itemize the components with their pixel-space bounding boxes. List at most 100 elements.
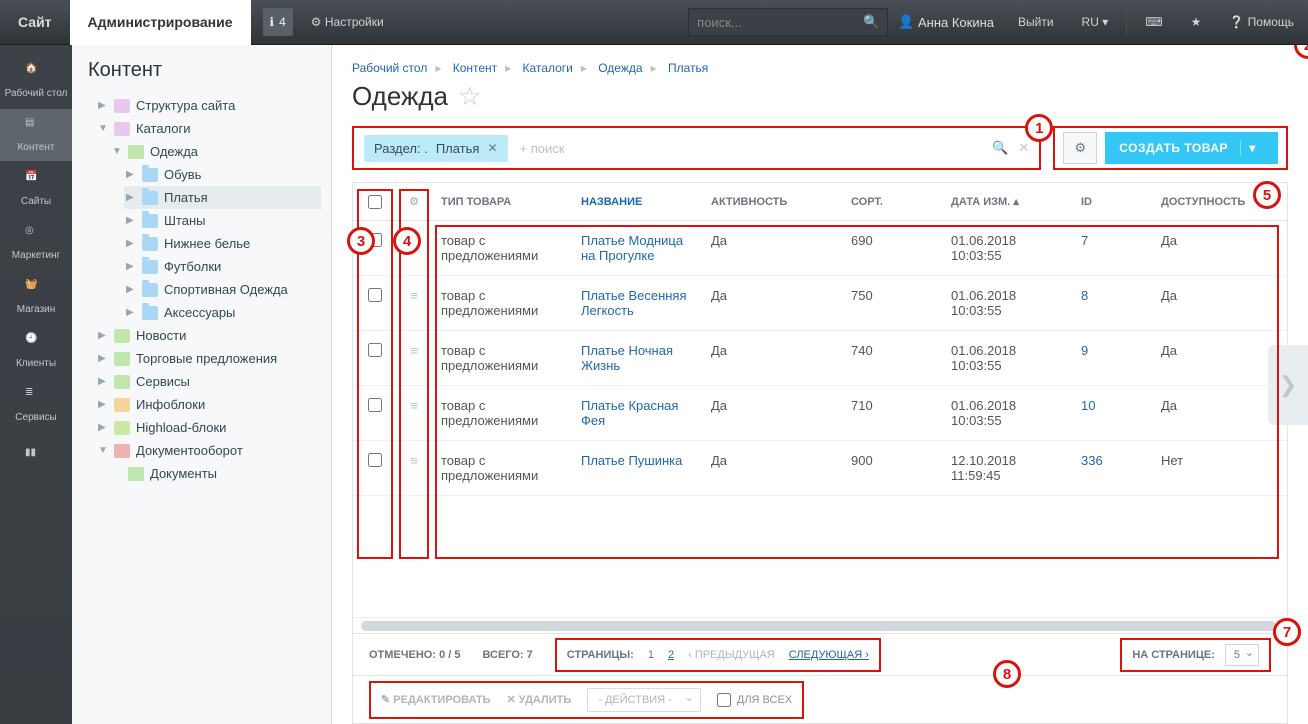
leftbar-store[interactable]: 🧺Магазин [0, 271, 72, 323]
leftbar-services[interactable]: ≣Сервисы [0, 379, 72, 431]
tree-catalogs[interactable]: ▼Каталоги [96, 117, 321, 140]
crumb-4[interactable]: Платья [668, 61, 708, 75]
clear-icon[interactable]: ✕ [1018, 140, 1029, 156]
create-item-button[interactable]: СОЗДАТЬ ТОВАР ▾ [1105, 132, 1278, 164]
cell-name[interactable]: Платье Модница на Прогулке [571, 233, 701, 263]
tree-item-tshirts[interactable]: ▶Футболки [124, 255, 321, 278]
leftbar-content[interactable]: ▤Контент [0, 109, 72, 161]
filter-tag[interactable]: Раздел: . Платья ✕ [364, 135, 508, 162]
edit-button[interactable]: ✎ РЕДАКТИРОВАТЬ [381, 693, 491, 706]
notif-count: 4 [279, 15, 286, 29]
tree-offers[interactable]: ▶Торговые предложения [96, 347, 321, 370]
table-row[interactable]: ≡товар с предложениямиПлатье Весенняя Ле… [353, 276, 1287, 331]
table-row[interactable]: ≡товар с предложениямиПлатье ПушинкаДа90… [353, 441, 1287, 496]
col-date[interactable]: ДАТА ИЗМ. ▴ [941, 195, 1071, 208]
cell-id[interactable]: 8 [1071, 288, 1151, 318]
row-menu-icon[interactable]: ≡ [397, 288, 431, 318]
tree-docs[interactable]: Документы [110, 462, 321, 485]
home-icon: 🏠 [25, 63, 47, 85]
row-checkbox[interactable] [368, 453, 382, 467]
row-checkbox[interactable] [368, 343, 382, 357]
pagination-box: СТРАНИЦЫ: 1 2 ‹ ПРЕДЫДУЩАЯ СЛЕДУЮЩАЯ › 6 [555, 638, 881, 672]
cell-id[interactable]: 10 [1071, 398, 1151, 428]
bulk-actions-select[interactable]: - ДЕЙСТВИЯ - [587, 688, 701, 712]
tree-item-accessories[interactable]: ▶Аксессуары [124, 301, 321, 324]
collapse-panel-button[interactable]: ❯ [1268, 345, 1308, 425]
col-avail[interactable]: ДОСТУПНОСТЬ [1151, 196, 1261, 208]
row-menu-icon[interactable]: ≡ [397, 398, 431, 428]
table-row[interactable]: ≡товар с предложениямиПлатье Красная Фея… [353, 386, 1287, 441]
global-search[interactable]: поиск... 🔍 [688, 8, 888, 36]
leftbar-clients[interactable]: 🕘Клиенты [0, 325, 72, 377]
select-all-checkbox[interactable] [368, 195, 382, 209]
col-name[interactable]: НАЗВАНИЕ [571, 196, 701, 208]
filter-box[interactable]: Раздел: . Платья ✕ + поиск 🔍✕ 1 [352, 126, 1041, 170]
search-icon[interactable]: 🔍 [992, 140, 1008, 156]
settings-button[interactable]: ⚙ Настройки [301, 8, 394, 36]
crumb-2[interactable]: Каталоги [523, 61, 573, 75]
tree-item-dresses[interactable]: ▶Платья [124, 186, 321, 209]
tab-admin[interactable]: Администрирование [70, 0, 251, 45]
tree-services[interactable]: ▶Сервисы [96, 370, 321, 393]
tree-structure[interactable]: ▶Структура сайта [96, 94, 321, 117]
close-icon[interactable]: ✕ [487, 141, 497, 155]
cell-id[interactable]: 336 [1071, 453, 1151, 483]
tree-item-pants[interactable]: ▶Штаны [124, 209, 321, 232]
tree-item-sport[interactable]: ▶Спортивная Одежда [124, 278, 321, 301]
star-icon[interactable]: ★ [1181, 8, 1212, 36]
table-row[interactable]: ≡товар с предложениямиПлатье Модница на … [353, 221, 1287, 276]
x-icon: ✕ [507, 694, 516, 706]
logout-button[interactable]: Выйти [1008, 8, 1064, 36]
page-2[interactable]: 2 [668, 649, 674, 661]
row-menu-icon[interactable]: ≡ [397, 453, 431, 483]
prev-page[interactable]: ПРЕДЫДУЩАЯ [695, 649, 775, 661]
tree-item-shoes[interactable]: ▶Обувь [124, 163, 321, 186]
col-type[interactable]: ТИП ТОВАРА [431, 196, 571, 208]
next-page[interactable]: СЛЕДУЮЩАЯ › [789, 649, 869, 661]
notifications-button[interactable]: ℹ 4 [263, 8, 293, 36]
col-sort[interactable]: СОРТ. [841, 196, 941, 208]
tree-docflow[interactable]: ▼Документооборот [96, 439, 321, 462]
tree-item-underwear[interactable]: ▶Нижнее белье [124, 232, 321, 255]
leftbar-sites[interactable]: 📅Сайты [0, 163, 72, 215]
column-settings-icon[interactable]: ⚙ [397, 195, 431, 208]
cell-name[interactable]: Платье Красная Фея [571, 398, 701, 428]
delete-button[interactable]: ✕ УДАЛИТЬ [507, 693, 572, 706]
lang-switch[interactable]: RU ▾ [1072, 8, 1119, 36]
table-row[interactable]: ≡товар с предложениямиПлатье Ночная Жизн… [353, 331, 1287, 386]
cell-sort: 710 [841, 398, 941, 428]
tree-news[interactable]: ▶Новости [96, 324, 321, 347]
row-checkbox[interactable] [368, 288, 382, 302]
cell-name[interactable]: Платье Ночная Жизнь [571, 343, 701, 373]
tree-clothes[interactable]: ▼Одежда [110, 140, 321, 163]
cell-id[interactable]: 9 [1071, 343, 1151, 373]
tab-site[interactable]: Сайт [0, 0, 70, 45]
keyboard-icon[interactable]: ⌨ [1135, 8, 1172, 36]
cell-name[interactable]: Платье Весенняя Легкость [571, 288, 701, 318]
user-menu[interactable]: 👤 Анна Кокина [888, 14, 1004, 30]
crumb-3[interactable]: Одежда [598, 61, 642, 75]
for-all-checkbox[interactable]: ДЛЯ ВСЕХ [717, 693, 792, 707]
cell-name[interactable]: Платье Пушинка [571, 453, 701, 483]
leftbar-marketing[interactable]: ◎Маркетинг [0, 217, 72, 269]
col-id[interactable]: ID [1071, 196, 1151, 208]
crumb-0[interactable]: Рабочий стол [352, 61, 427, 75]
row-checkbox[interactable] [368, 398, 382, 412]
page-1[interactable]: 1 [648, 649, 654, 661]
leftbar-stats[interactable]: ▮▮ [0, 433, 72, 485]
tree-highload[interactable]: ▶Highload-блоки [96, 416, 321, 439]
tree-infoblocks[interactable]: ▶Инфоблоки [96, 393, 321, 416]
grid: ⚙ ТИП ТОВАРА НАЗВАНИЕ АКТИВНОСТЬ СОРТ. Д… [352, 182, 1288, 724]
leftbar-desktop[interactable]: 🏠Рабочий стол [0, 55, 72, 107]
perpage-select[interactable]: 5 [1225, 644, 1259, 666]
row-menu-icon[interactable]: ≡ [397, 343, 431, 373]
cell-id[interactable]: 7 [1071, 233, 1151, 263]
crumb-1[interactable]: Контент [453, 61, 497, 75]
chevron-down-icon[interactable]: ▾ [1240, 141, 1264, 155]
help-button[interactable]: ❔ Помощь [1219, 8, 1304, 36]
grid-settings-button[interactable]: ⚙ [1063, 132, 1097, 164]
favorite-icon[interactable]: ☆ [458, 81, 481, 112]
horizontal-scrollbar[interactable] [353, 617, 1287, 633]
folder-icon [142, 168, 158, 182]
col-active[interactable]: АКТИВНОСТЬ [701, 196, 841, 208]
